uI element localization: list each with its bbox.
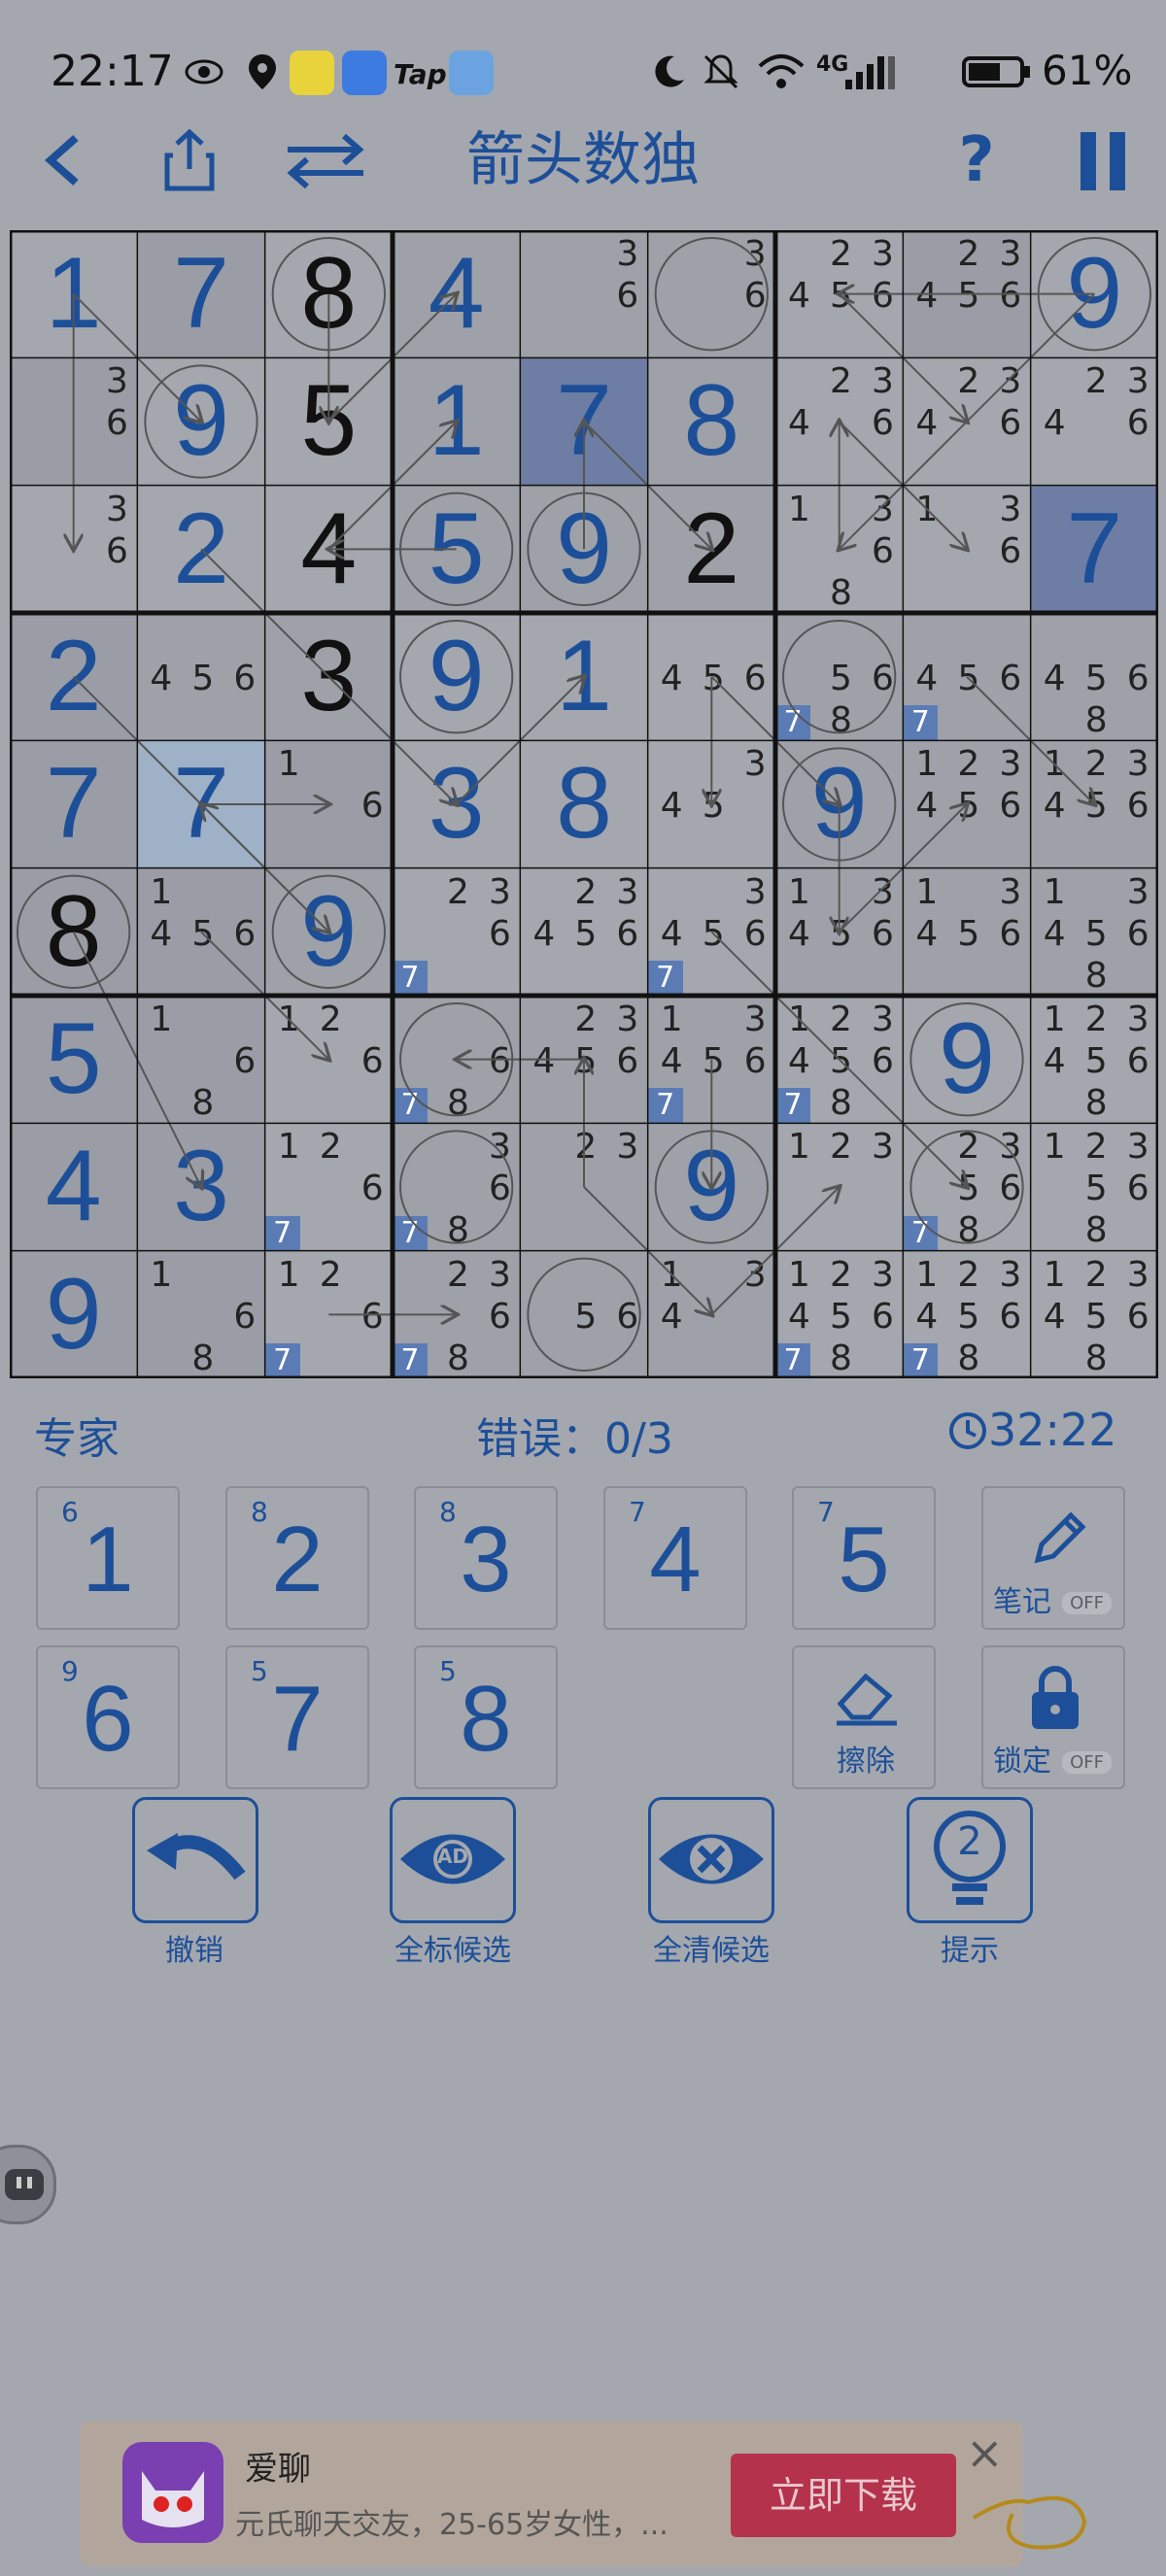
number-key-7[interactable]: 57 (225, 1645, 369, 1789)
arrow-circle (782, 620, 897, 734)
hint-count: 2 (957, 1819, 982, 1864)
pause-button[interactable] (1069, 126, 1137, 194)
difficulty-label: 专家 (34, 1414, 120, 1464)
eye-icon (185, 59, 223, 85)
arrow-circle (909, 1002, 1024, 1117)
undo-button[interactable] (132, 1797, 258, 1923)
lock-label: 锁定 (993, 1745, 1051, 1779)
clear-all-button[interactable] (648, 1797, 774, 1923)
app-header: 箭头数独 ? (0, 117, 1166, 204)
swap-button[interactable] (282, 126, 369, 194)
eraser-icon (837, 1673, 897, 1726)
ad-banner[interactable]: 爱聊 元氏聊天交友，25-65岁女性，... 立即下载 × (80, 2421, 1022, 2566)
number-key-2[interactable]: 82 (225, 1486, 369, 1630)
page-title: 箭头数独 (466, 126, 700, 194)
hint-label: 提示 (941, 1934, 999, 1968)
handwriting-mark (972, 2496, 1087, 2550)
note-label: 笔记 (993, 1585, 1051, 1619)
share-button[interactable] (155, 126, 223, 194)
mark-all-button[interactable]: AD (390, 1797, 516, 1923)
wifi-icon (758, 54, 805, 88)
arrow-circle (399, 1130, 514, 1244)
assistant-icon (5, 2169, 44, 2200)
key-number: 5 (838, 1508, 890, 1611)
key-number: 1 (82, 1508, 134, 1611)
arrow-circle (399, 620, 514, 734)
error-counter: 错误：0/3 (476, 1414, 673, 1464)
key-number: 6 (82, 1667, 134, 1771)
board-overlay (10, 230, 1158, 1378)
ad-badge: AD (436, 1845, 469, 1868)
number-key-1[interactable]: 61 (36, 1486, 180, 1630)
pencil-icon (1034, 1511, 1086, 1564)
lock-toggle-state: OFF (1062, 1751, 1112, 1774)
arrow-circle (16, 874, 131, 989)
help-button[interactable]: ? (947, 126, 1006, 194)
erase-label: 擦除 (837, 1745, 895, 1779)
number-key-3[interactable]: 83 (414, 1486, 558, 1630)
number-key-4[interactable]: 74 (603, 1486, 747, 1630)
share-icon (164, 128, 215, 191)
clear-eye-icon (659, 1834, 764, 1884)
back-button[interactable] (29, 126, 97, 194)
note-toggle-state: OFF (1062, 1592, 1112, 1614)
tap-icon: Tap (394, 58, 447, 90)
help-icon: ? (958, 124, 995, 196)
status-time: 22:17 (51, 47, 174, 96)
number-key-6[interactable]: 96 (36, 1645, 180, 1789)
key-number: 4 (649, 1508, 702, 1611)
moon-icon (655, 55, 684, 87)
ad-close-button[interactable]: × (966, 2426, 1004, 2479)
key-number: 3 (460, 1508, 512, 1611)
clear-all-label: 全清候选 (653, 1934, 770, 1968)
clock-icon (949, 1412, 986, 1449)
hint-button[interactable]: 2 (907, 1797, 1033, 1923)
key-number: 2 (271, 1508, 324, 1611)
timer: 32:22 (947, 1404, 1117, 1456)
sudoku-board[interactable]: 1784363623456234569369517823462346234636… (10, 230, 1158, 1378)
lock-icon (1032, 1666, 1079, 1729)
mark-all-label: 全标候选 (394, 1934, 511, 1968)
ad-app-icon (122, 2442, 223, 2543)
pause-icon (1080, 132, 1125, 190)
battery-icon (962, 56, 1030, 87)
arrow-circle (527, 1257, 641, 1373)
swap-icon (287, 133, 364, 189)
floating-assistant-bubble[interactable] (0, 2145, 56, 2224)
erase-button[interactable]: 擦除 (792, 1645, 936, 1789)
key-number: 7 (271, 1667, 324, 1771)
number-key-8[interactable]: 58 (414, 1645, 558, 1789)
weather-icon (449, 51, 494, 95)
signal-icon (845, 56, 895, 89)
timer-value: 32:22 (988, 1404, 1117, 1456)
arrow-circle (654, 236, 769, 352)
ad-download-button[interactable]: 立即下载 (731, 2454, 956, 2537)
undo-label: 撤销 (165, 1934, 223, 1968)
mute-icon (703, 54, 738, 89)
arrow-line (710, 931, 967, 1187)
cat-icon (142, 2471, 204, 2527)
undo-icon (147, 1833, 246, 1881)
battery-percent: 61% (1042, 47, 1133, 94)
messages-icon (342, 51, 387, 95)
location-icon (249, 54, 276, 89)
ad-app-name: 爱聊 (245, 2450, 311, 2489)
number-key-5[interactable]: 75 (792, 1486, 936, 1630)
back-icon (44, 135, 79, 186)
arrow-line (200, 548, 457, 804)
ad-description: 元氏聊天交友，25-65岁女性，... (235, 2508, 669, 2542)
key-number: 8 (460, 1667, 512, 1771)
note-button[interactable]: 笔记 OFF (981, 1486, 1125, 1630)
qq-music-icon (290, 51, 334, 95)
lock-button[interactable]: 锁定 OFF (981, 1645, 1125, 1789)
